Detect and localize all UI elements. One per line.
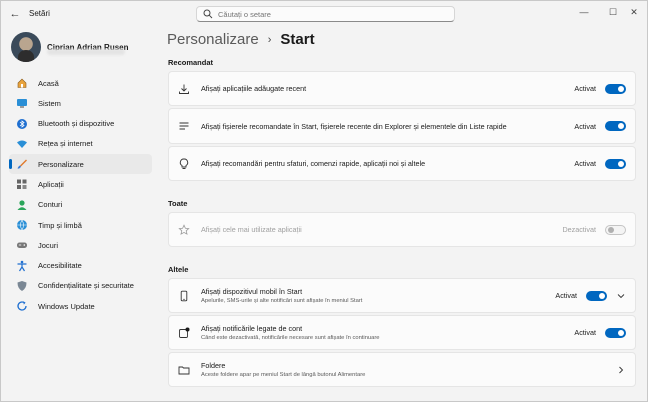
- sidebar-item-home[interactable]: Acasă: [9, 73, 152, 93]
- sidebar-item-gaming[interactable]: Jocuri: [9, 235, 152, 255]
- sidebar-item-network[interactable]: Rețea și internet: [9, 134, 152, 154]
- breadcrumb: Personalizare › Start: [167, 31, 315, 48]
- minimize-button[interactable]: —: [573, 5, 595, 19]
- setting-most-used-apps: Afișați cele mai utilizate aplicații Dez…: [168, 212, 636, 247]
- system-icon: [15, 96, 29, 110]
- close-button[interactable]: ✕: [623, 5, 645, 19]
- star-icon: [177, 223, 191, 237]
- profile-email-redacted: [47, 49, 125, 55]
- sidebar-item-label: Confidențialitate și securitate: [38, 281, 134, 291]
- sidebar-item-time-language[interactable]: Timp și limbă: [9, 215, 152, 235]
- close-icon: ✕: [630, 6, 638, 17]
- back-button[interactable]: ←: [7, 6, 23, 22]
- setting-recent-apps[interactable]: Afișați aplicațiile adăugate recent Acti…: [168, 71, 636, 106]
- breadcrumb-parent[interactable]: Personalizare: [167, 31, 259, 48]
- apps-icon: [15, 177, 29, 191]
- toggle-switch[interactable]: [605, 121, 626, 131]
- title-bar: ← Setări — ☐ ✕: [1, 1, 647, 27]
- setting-mobile-device[interactable]: Afișați dispozitivul mobil în Start Apel…: [168, 278, 636, 313]
- account-notification-icon: [177, 326, 191, 340]
- page-title: Start: [280, 31, 315, 48]
- setting-description: Aceste foldere apar pe meniul Start de l…: [201, 372, 366, 378]
- toggle-switch: [605, 224, 626, 235]
- account-icon: [15, 198, 29, 212]
- sidebar-item-accounts[interactable]: Conturi: [9, 195, 152, 215]
- shield-icon: [15, 279, 29, 293]
- setting-title: Afișați aplicațiile adăugate recent: [201, 84, 307, 93]
- section-heading-recommended: Recomandat: [168, 58, 214, 67]
- search-input[interactable]: [218, 9, 438, 19]
- setting-title: Foldere: [201, 361, 226, 370]
- sidebar-item-windows-update[interactable]: Windows Update: [9, 296, 152, 316]
- toggle-state-label: Activat: [574, 121, 596, 131]
- download-icon: [177, 82, 191, 96]
- sidebar-item-label: Timp și limbă: [38, 220, 82, 230]
- setting-title: Afișați fișierele recomandate în Start, …: [201, 121, 507, 131]
- toggle-switch[interactable]: [605, 158, 626, 169]
- toggle-state-label: Activat: [574, 159, 596, 168]
- lightbulb-icon: [177, 157, 191, 171]
- toggle-switch[interactable]: [586, 290, 607, 301]
- accessibility-icon: [15, 259, 29, 273]
- brush-icon: [15, 157, 29, 171]
- phone-icon: [177, 289, 191, 303]
- sidebar-item-label: Personalizare: [38, 159, 84, 169]
- sidebar-item-label: Accesibilitate: [38, 261, 82, 271]
- setting-title: Afișați recomandări pentru sfaturi, come…: [201, 159, 426, 168]
- maximize-icon: ☐: [608, 6, 618, 17]
- sidebar-item-personalization[interactable]: Personalizare: [9, 154, 152, 175]
- toggle-state-label: Activat: [555, 291, 577, 300]
- toggle-state-label: Activat: [574, 84, 596, 93]
- section-heading-other: Altele: [168, 265, 189, 274]
- toggle-switch[interactable]: [605, 327, 626, 338]
- sidebar-item-bluetooth[interactable]: Bluetooth și dispozitive: [9, 114, 152, 134]
- toggle-state-label: Activat: [574, 328, 596, 337]
- section-heading-all: Toate: [168, 199, 188, 208]
- sidebar-item-label: Rețea și internet: [38, 139, 93, 149]
- sidebar-item-privacy[interactable]: Confidențialitate și securitate: [9, 276, 152, 296]
- setting-title: Afișați cele mai utilizate aplicații: [201, 225, 302, 234]
- sidebar-item-accessibility[interactable]: Accesibilitate: [9, 256, 152, 276]
- breadcrumb-separator-icon: ›: [267, 33, 272, 46]
- sidebar-item-system[interactable]: Sistem: [9, 93, 152, 113]
- chevron-right-icon[interactable]: [616, 365, 626, 375]
- back-arrow-icon: ←: [9, 8, 21, 20]
- setting-description: Apelurile, SMS-urile și alte notificări …: [201, 298, 363, 304]
- avatar: [11, 32, 41, 62]
- sidebar-item-label: Jocuri: [38, 240, 59, 250]
- sidebar-item-label: Windows Update: [38, 301, 95, 311]
- globe-icon: [15, 218, 29, 232]
- update-icon: [15, 299, 29, 313]
- setting-description: Când este dezactivată, notificările nece…: [201, 335, 380, 341]
- sidebar-item-label: Acasă: [38, 78, 59, 88]
- sidebar-nav: Acasă Sistem Bluetooth și dispozitive Re…: [9, 73, 152, 317]
- search-box[interactable]: [196, 6, 455, 22]
- sidebar-item-label: Aplicații: [38, 179, 64, 189]
- sidebar-item-apps[interactable]: Aplicații: [9, 174, 152, 194]
- toggle-state-label: Dezactivat: [562, 225, 596, 234]
- user-profile[interactable]: Ciprian Adrian Rusen: [11, 31, 129, 63]
- folder-icon: [177, 363, 191, 377]
- search-icon: [203, 9, 213, 19]
- setting-account-notifications[interactable]: Afișați notificările legate de cont Când…: [168, 315, 636, 350]
- gamepad-icon: [15, 238, 29, 252]
- app-title: Setări: [29, 9, 50, 18]
- sidebar-item-label: Bluetooth și dispozitive: [38, 119, 115, 129]
- chevron-down-icon[interactable]: [616, 291, 626, 301]
- maximize-button[interactable]: ☐: [602, 5, 624, 19]
- setting-recommended-files[interactable]: Afișați fișierele recomandate în Start, …: [168, 108, 636, 144]
- wifi-icon: [15, 137, 29, 151]
- settings-window: ← Setări — ☐ ✕ Ciprian Adrian Rusen Acas…: [0, 0, 648, 402]
- minimize-icon: —: [579, 7, 589, 17]
- sidebar-item-label: Conturi: [38, 200, 63, 210]
- setting-folders[interactable]: Foldere Aceste foldere apar pe meniul St…: [168, 352, 636, 387]
- setting-recommendations[interactable]: Afișați recomandări pentru sfaturi, come…: [168, 146, 636, 181]
- setting-title: Afișați dispozitivul mobil în Start: [201, 287, 303, 296]
- home-icon: [15, 76, 29, 90]
- list-icon: [177, 119, 191, 133]
- toggle-switch[interactable]: [605, 83, 626, 94]
- sidebar-item-label: Sistem: [38, 98, 61, 108]
- bluetooth-icon: [15, 117, 29, 131]
- setting-title: Afișați notificările legate de cont: [201, 324, 303, 333]
